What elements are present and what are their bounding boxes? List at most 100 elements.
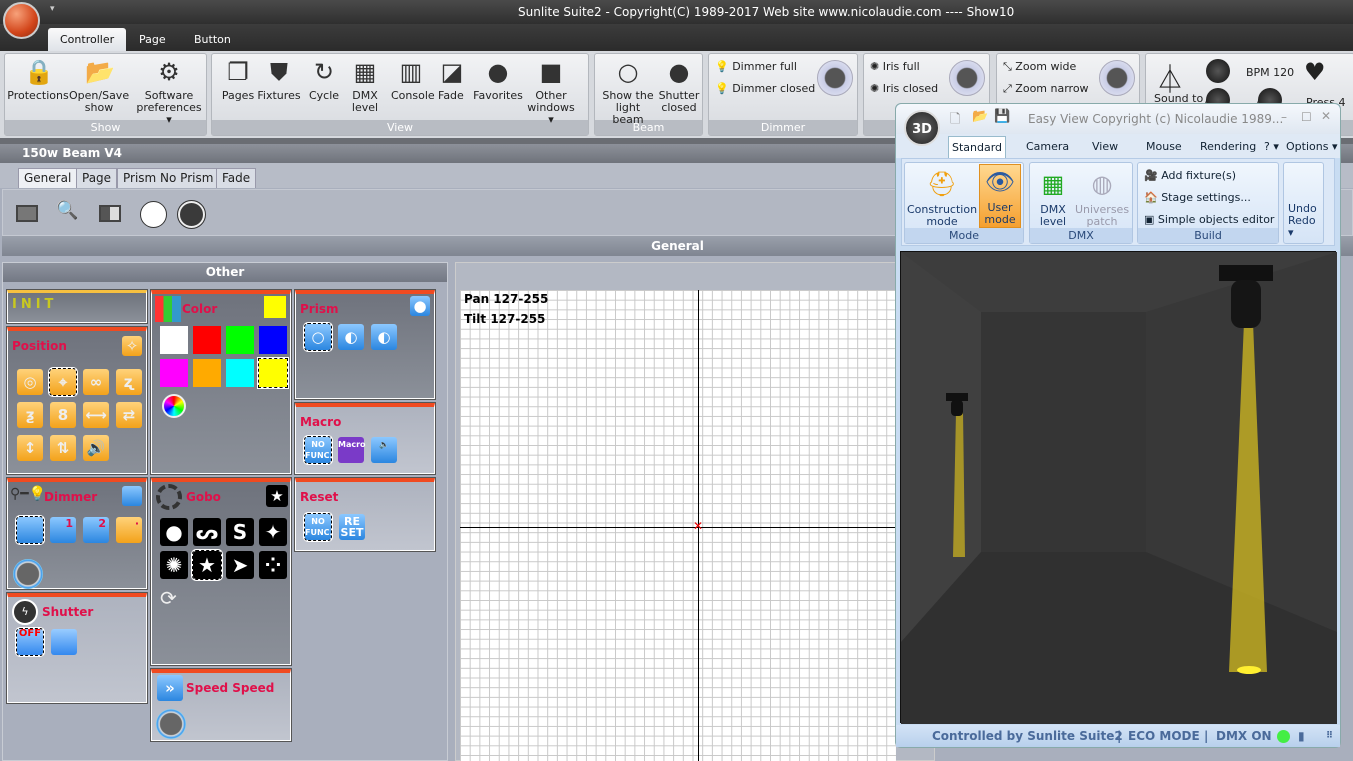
open-shutter-button[interactable] — [140, 201, 167, 228]
pages-button[interactable]: ❐ Pages — [221, 58, 255, 102]
position-preset-button[interactable]: ⌖ — [49, 368, 77, 396]
undo-redo-button[interactable]: Undo Redo ▾ — [1283, 162, 1324, 244]
color-swatch[interactable] — [226, 359, 254, 387]
dimmer-dial[interactable] — [13, 559, 43, 589]
user-mode-button[interactable]: 👁 User mode — [979, 164, 1021, 228]
window-button[interactable]: ■ Other windows ▾ — [524, 58, 578, 126]
add-fixtures-button[interactable]: 🎥 Add fixture(s) — [1144, 169, 1236, 182]
white-circle-button[interactable]: ○ Show the light beam — [600, 58, 656, 126]
app-menu-button[interactable] — [3, 2, 40, 39]
zoom-wide-button[interactable]: ⤡ Zoom wide — [1003, 60, 1076, 74]
gobo-button[interactable]: ᔕ — [193, 518, 221, 546]
gear-button[interactable]: ⚙ Software preferences ▾ — [134, 58, 204, 126]
options-dropdown[interactable]: Options ▾ — [1286, 140, 1337, 153]
gobo-button[interactable]: ⁘ — [259, 551, 287, 579]
shutter-button[interactable] — [51, 629, 77, 655]
tab-standard-tools[interactable]: Standard to — [948, 136, 1006, 158]
value-knob[interactable] — [1099, 60, 1135, 96]
color-swatch[interactable] — [226, 326, 254, 354]
position-preset-button[interactable]: 🔊 — [83, 435, 109, 461]
construction-mode-button[interactable]: ⛑ Construction mode — [907, 167, 977, 228]
favorites-button[interactable]: ● Favorites — [473, 58, 523, 102]
prism-option-button[interactable]: ○ — [304, 323, 332, 351]
tab-fade[interactable]: Fade — [216, 168, 257, 188]
tab-view[interactable]: View — [1092, 140, 1118, 153]
gobo-button[interactable]: S — [226, 518, 254, 546]
speed-dial[interactable] — [156, 709, 186, 739]
zoom-narrow-button[interactable]: ⤢ Zoom narrow — [1003, 82, 1089, 96]
reset-button[interactable]: NO FUNC. — [304, 513, 333, 541]
value-knob[interactable] — [949, 60, 985, 96]
3d-logo-button[interactable]: 3D — [904, 110, 940, 146]
color-wheel-button[interactable] — [162, 394, 186, 418]
quick-access-dropdown[interactable]: ▾ — [50, 4, 55, 14]
search-icon[interactable]: 🔍 — [56, 200, 78, 221]
position-preset-button[interactable]: ⇅ — [50, 435, 76, 461]
tab-general[interactable]: General — [18, 168, 78, 188]
gobo-button[interactable]: ✺ — [160, 551, 188, 579]
tab-button[interactable]: Button — [182, 28, 243, 51]
new-file-icon[interactable]: 🗋 — [950, 110, 960, 132]
universes-patch-button[interactable]: ◍ Universes patch — [1074, 167, 1130, 228]
color-swatch[interactable] — [160, 359, 188, 387]
lock-button[interactable]: 🔒 Protections — [6, 58, 70, 102]
dimmer-preset-button[interactable] — [16, 516, 44, 544]
cycle-button[interactable]: ↻ Cycle — [307, 58, 341, 102]
tab-camera[interactable]: Camera — [1026, 140, 1069, 153]
macro-button[interactable]: Macro — [338, 437, 366, 463]
fixture-button[interactable]: ⛊ Fixtures — [257, 58, 301, 102]
position-preset-button[interactable]: 8 — [50, 402, 76, 428]
resize-grip[interactable]: ⠿ — [1326, 725, 1333, 747]
console-button[interactable]: ▥ Console — [391, 58, 435, 102]
gobo-button[interactable]: ● — [160, 518, 188, 546]
tab-prism-no-prism[interactable]: Prism No Prism — [117, 168, 220, 188]
color-swatch[interactable] — [259, 326, 287, 354]
layout-icon[interactable] — [99, 205, 121, 222]
position-cursor[interactable]: ✕ — [693, 519, 703, 533]
dimmer-full-button[interactable]: 💡 Dimmer full — [715, 60, 797, 73]
tab-controller[interactable]: Controller — [48, 28, 127, 51]
macro-button[interactable]: NO FUNC. — [304, 436, 333, 464]
3d-viewport[interactable] — [900, 251, 1337, 724]
dmx-level-button[interactable]: ▦ DMX level — [1036, 167, 1070, 228]
simple-objects-editor-button[interactable]: ▣ Simple objects editor — [1144, 213, 1274, 226]
color-swatch[interactable] — [160, 326, 188, 354]
window-icon[interactable] — [16, 205, 38, 222]
macro-button[interactable]: 🔈 — [371, 437, 397, 463]
help-dropdown[interactable]: ? ▾ — [1264, 140, 1279, 153]
color-swatch[interactable] — [193, 326, 221, 354]
minimize-button[interactable]: – — [1281, 110, 1287, 124]
gobo-button[interactable]: ✦ — [259, 518, 287, 546]
tab-page[interactable]: Page — [76, 168, 118, 188]
position-preset-button[interactable]: ◎ — [17, 369, 43, 395]
tab-rendering[interactable]: Rendering — [1200, 140, 1256, 153]
gobo-button[interactable]: ➤ — [226, 551, 254, 579]
position-preset-button[interactable]: ⟷ — [83, 402, 109, 428]
gobo-button[interactable]: ★ — [192, 550, 222, 580]
save-icon[interactable]: 💾 — [994, 109, 1010, 124]
dimmer-knob[interactable] — [817, 60, 853, 96]
color-swatch[interactable] — [193, 359, 221, 387]
dimmer-preset-button[interactable]: 1 — [50, 517, 76, 543]
position-preset-button[interactable]: ∞ — [83, 369, 109, 395]
black-circle-button[interactable]: ● Shutter closed — [657, 58, 701, 114]
prism-option-button[interactable]: ◐ — [338, 324, 364, 350]
dimmer-preset-button[interactable]: · — [116, 517, 142, 543]
init-button[interactable]: INIT — [12, 297, 57, 312]
close-button[interactable]: ✕ — [1321, 109, 1331, 123]
tab-mouse[interactable]: Mouse — [1146, 140, 1182, 153]
dimmer-closed-button[interactable]: 💡 Dimmer closed — [715, 82, 815, 95]
position-preset-button[interactable]: ʐ — [116, 369, 142, 395]
position-preset-button[interactable]: ⇄ — [116, 402, 142, 428]
gobo-rotate-button[interactable]: ⟳ — [160, 586, 177, 610]
maximize-button[interactable]: ☐ — [1301, 110, 1312, 124]
stage-settings-button[interactable]: 🏠 Stage settings... — [1144, 191, 1251, 204]
tap-button[interactable] — [1206, 59, 1230, 83]
folder-button[interactable]: 📂 Open/Save show — [69, 58, 129, 114]
tab-page[interactable]: Page — [127, 28, 178, 51]
dmx-level-button[interactable]: ▦ DMX level — [347, 58, 383, 114]
iris-closed-button[interactable]: ✺ Iris closed — [870, 82, 938, 95]
pan-tilt-grid[interactable]: Pan 127-255 Tilt 127-255 ✕ — [460, 290, 896, 761]
dimmer-preset-button[interactable]: 2 — [83, 517, 109, 543]
shutter-button[interactable]: OFF — [16, 628, 44, 656]
